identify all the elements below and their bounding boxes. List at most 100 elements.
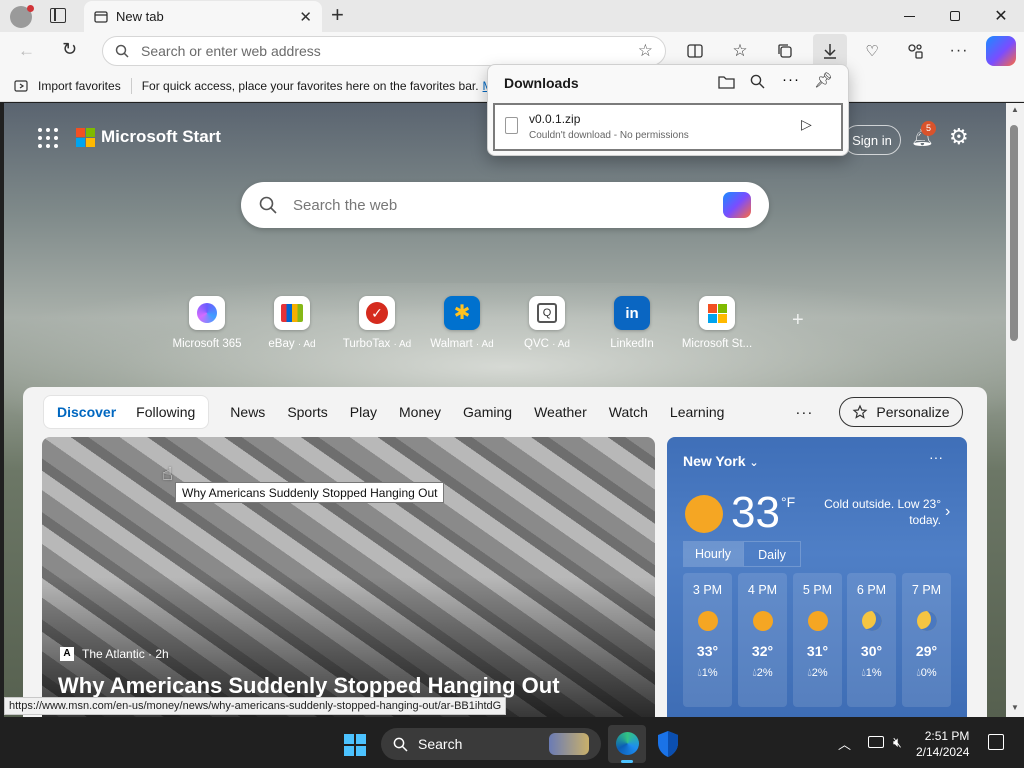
quick-site-microsoft-365[interactable]: Microsoft 365 [164,296,250,350]
taskbar-clock[interactable]: 2:51 PM 2/14/2024 [916,728,969,760]
taskbar-search[interactable]: Search [381,728,601,760]
weather-more-icon[interactable]: ··· [929,449,943,465]
personalize-button[interactable]: Personalize [839,397,963,427]
hour-time: 6 PM [856,583,887,597]
nav-learning[interactable]: Learning [659,404,736,420]
weather-city: New York [683,453,746,469]
download-status: Couldn't download - No permissions [529,130,689,141]
taskbar-edge[interactable] [608,725,646,763]
scroll-up-icon[interactable]: ▲ [1011,105,1019,114]
settings-gear-icon[interactable]: ⚙ [949,124,969,150]
site-label: Microsoft 365 [172,338,242,350]
hour-column[interactable]: 3 PM 33° 💧︎1% [683,573,732,707]
quick-site-walmart[interactable]: ✱ Walmart · Ad [419,296,505,350]
show-hidden-icons-icon[interactable]: ︿ [838,734,851,753]
browser-essentials-icon[interactable]: ♡ [857,36,887,66]
moon-icon [916,611,937,631]
quick-site-turbotax[interactable]: ✓ TurboTax · Ad [334,296,420,350]
hour-column[interactable]: 7 PM 29° 💧︎0% [902,573,951,707]
microsoft-start-logo[interactable]: Microsoft Start [76,127,221,147]
story-headline[interactable]: Why Americans Suddenly Stopped Hanging O… [58,673,560,699]
back-icon[interactable]: ← [18,41,35,61]
favorites-icon[interactable]: ☆ [725,36,755,66]
web-search-box[interactable]: Search the web [241,182,769,228]
download-file-name[interactable]: v0.0.1.zip [529,112,580,126]
refresh-icon[interactable]: ↻ [62,39,77,60]
hour-column[interactable]: 4 PM 32° 💧︎2% [738,573,787,707]
download-item[interactable]: v0.0.1.zip Couldn't download - No permis… [493,103,843,151]
tab-following[interactable]: Following [126,404,205,420]
app-launcher-icon[interactable] [38,128,58,148]
hour-temp: 30° [860,643,883,659]
copilot-search-icon[interactable] [723,192,751,218]
volume-muted-icon[interactable]: 🔇︎ [893,734,902,751]
search-downloads-icon[interactable] [750,74,765,94]
close-tab-icon[interactable]: ✕ [299,8,312,26]
downloads-icon[interactable] [813,34,847,68]
nav-play[interactable]: Play [339,404,388,420]
nav-money[interactable]: Money [388,404,452,420]
story-source-line: The Atlantic · 2h [82,647,169,661]
nav-sports[interactable]: Sports [276,404,338,420]
pin-icon[interactable]: 📌︎ [814,71,833,89]
scrollbar-thumb[interactable] [1010,125,1018,341]
quick-site-microsoft-store[interactable]: Microsoft St... [674,296,760,350]
tab-new-tab[interactable]: New tab ✕ [84,1,322,32]
quick-site-linkedin[interactable]: in LinkedIn [589,296,675,350]
weather-next-icon[interactable]: › [945,503,950,521]
nav-gaming[interactable]: Gaming [452,404,523,420]
sun-icon [752,611,773,631]
nav-more-icon[interactable]: ··· [795,404,813,421]
quick-site-ebay[interactable]: eBay · Ad [249,296,335,350]
more-options-icon[interactable]: ··· [944,36,974,66]
hour-time: 3 PM [692,583,723,597]
tab-hourly[interactable]: Hourly [683,541,743,567]
hour-column[interactable]: 5 PM 31° 💧︎2% [793,573,842,707]
tab-discover[interactable]: Discover [47,404,126,420]
add-site-icon[interactable]: + [792,309,804,332]
weather-card[interactable]: New York ⌄ ··· 33 °F Cold outside. Low 2… [667,437,967,717]
retry-download-icon[interactable]: ▷ [801,116,812,133]
extensions-icon[interactable] [900,36,930,66]
new-tab-icon[interactable]: + [331,4,344,26]
taskbar-search-label: Search [418,736,463,752]
site-label: Walmart [430,338,473,350]
personalize-label: Personalize [876,404,950,420]
sign-in-button[interactable]: Sign in [843,125,901,155]
notification-center-icon[interactable] [988,734,1004,750]
add-favorite-star-icon[interactable]: ☆ [638,41,653,61]
windows-security-icon[interactable] [656,730,680,758]
page-scrollbar[interactable]: ▲ ▼ [1006,103,1024,717]
collections-icon[interactable] [770,36,800,66]
story-source[interactable]: A The Atlantic · 2h [60,647,169,661]
tab-actions-icon[interactable] [50,8,66,23]
hour-column[interactable]: 6 PM 30° 💧︎1% [847,573,896,707]
quick-site-qvc[interactable]: Q QVC · Ad [504,296,590,350]
import-favorites-button[interactable]: Import favorites [14,79,121,93]
profile-avatar-icon[interactable] [10,5,34,28]
top-story-card[interactable]: A The Atlantic · 2h Why Americans Sudden… [42,437,655,717]
restore-icon[interactable] [932,0,978,32]
hour-time: 5 PM [802,583,833,597]
windows-start-icon[interactable] [344,734,366,756]
weather-location[interactable]: New York ⌄ [683,453,759,469]
scroll-down-icon[interactable]: ▼ [1011,703,1019,712]
split-screen-icon[interactable] [680,36,710,66]
open-folder-icon[interactable] [718,74,735,94]
site-label: TurboTax [342,338,391,350]
copilot-icon[interactable] [986,36,1016,66]
tab-daily[interactable]: Daily [743,541,801,567]
close-icon[interactable]: ✕ [978,0,1024,32]
nav-news[interactable]: News [219,404,276,420]
downloads-more-icon[interactable]: ··· [782,71,800,88]
sun-icon [685,495,723,533]
nav-weather[interactable]: Weather [523,404,598,420]
file-icon [505,117,518,134]
address-bar[interactable]: Search or enter web address ☆ [102,36,666,66]
minimize-icon[interactable] [886,0,932,32]
nav-watch[interactable]: Watch [598,404,659,420]
notifications-bell-icon[interactable]: 🔔︎ 5 [911,121,936,148]
downloads-title: Downloads [504,75,579,91]
search-icon [115,44,129,58]
network-icon[interactable] [868,736,884,748]
